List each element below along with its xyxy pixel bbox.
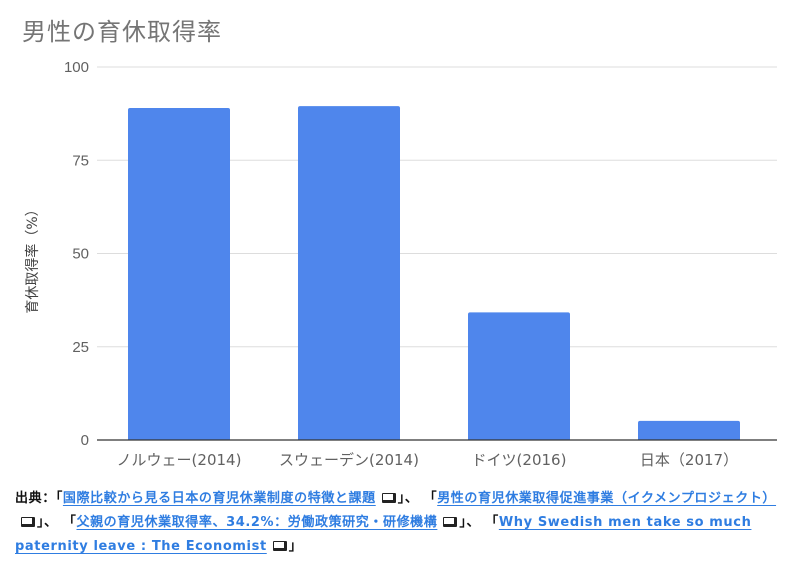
separator: 、 <box>44 515 58 530</box>
close-bracket: 」 <box>397 491 405 506</box>
close-bracket: 」 <box>288 539 303 554</box>
external-link-icon[interactable] <box>381 493 396 503</box>
source-link-2[interactable]: 男性の育児休業取得促進事業（イクメンプロジェクト） <box>437 491 776 506</box>
bar-chart: 0 25 50 75 100 ノルウェー(2014) スウェーデン(2014) ドイツ(20… <box>24 59 777 469</box>
separator: 、 <box>466 515 481 530</box>
bar <box>128 108 230 440</box>
external-link-icon[interactable] <box>272 541 287 551</box>
open-bracket: 「 <box>423 491 438 506</box>
y-tick-label: 50 <box>72 246 89 263</box>
source-prefix: 出典： <box>15 491 56 506</box>
x-tick-label: スウェーデン(2014) <box>279 451 419 469</box>
open-bracket: 「 <box>55 491 63 506</box>
separator: 、 <box>404 491 419 506</box>
x-axis-ticks: ノルウェー(2014) スウェーデン(2014) ドイツ(2016) 日本（2017） <box>117 451 739 469</box>
external-link-icon[interactable] <box>21 517 35 527</box>
source-link-1[interactable]: 国際比較から見る日本の育児休業制度の特徴と課題 <box>63 491 376 506</box>
y-axis-label: 育休取得率（%） <box>24 202 41 313</box>
y-tick-label: 100 <box>64 59 89 76</box>
bar <box>638 420 740 440</box>
open-bracket: 「 <box>62 515 77 530</box>
external-link-icon[interactable] <box>443 517 458 527</box>
source-link-3[interactable]: 父親の育児休業取得率、34.2%：労働政策研究・研修機構 <box>76 515 437 530</box>
bars <box>128 106 740 440</box>
y-tick-label: 25 <box>72 339 89 356</box>
open-bracket: 「 <box>485 515 499 530</box>
y-axis-ticks: 0 25 50 75 100 <box>64 59 89 449</box>
bar <box>468 312 570 440</box>
x-tick-label: 日本（2017） <box>640 451 738 469</box>
bar <box>298 106 400 440</box>
y-tick-label: 75 <box>72 152 89 169</box>
y-tick-label: 0 <box>81 432 89 449</box>
x-tick-label: ノルウェー(2014) <box>117 451 242 469</box>
source-citations: 出典：「国際比較から見る日本の育児休業制度の特徴と課題」、 「男性の育児休業取得… <box>15 487 790 559</box>
x-tick-label: ドイツ(2016) <box>472 451 567 469</box>
